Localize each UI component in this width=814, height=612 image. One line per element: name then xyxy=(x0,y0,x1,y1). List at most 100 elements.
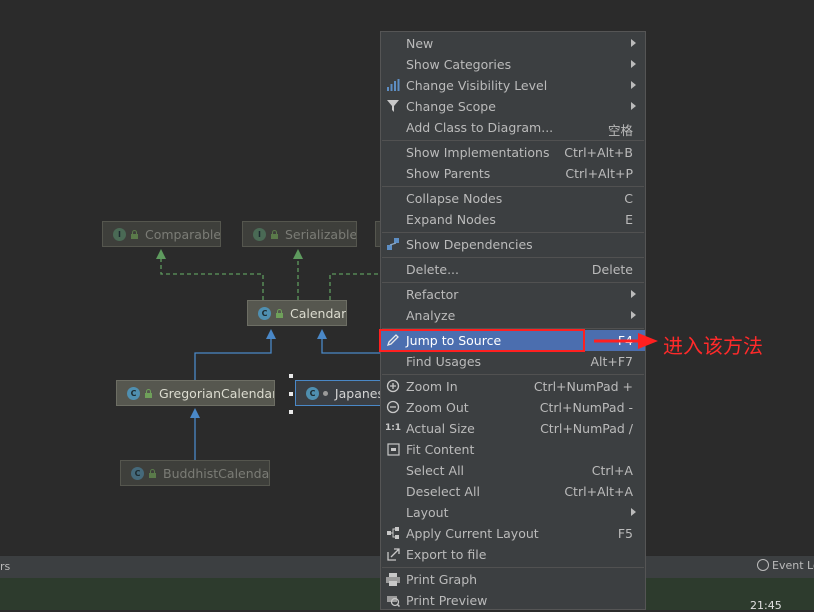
menu-item-find-usages[interactable]: Find Usages Alt+F7 xyxy=(381,351,645,372)
menu-item-label: Change Visibility Level xyxy=(406,78,548,93)
menu-item-change-visibility-level[interactable]: Change Visibility Level xyxy=(381,75,645,96)
annotation-arrow xyxy=(594,333,658,349)
node-label: Calendar xyxy=(290,305,347,321)
edge-calendar-comparable xyxy=(160,258,264,300)
actual-size-icon: 1:1 xyxy=(384,423,402,433)
menu-item-show-parents[interactable]: Show Parents Ctrl+Alt+P xyxy=(381,163,645,184)
menu-item-new[interactable]: New xyxy=(381,33,645,54)
selection-handle[interactable] xyxy=(289,374,293,378)
menu-item-analyze[interactable]: Analyze xyxy=(381,305,645,326)
interface-icon: I xyxy=(113,227,126,241)
menu-item-shortcut: 空格 xyxy=(607,123,633,138)
node-buddhist-calendar[interactable]: C BuddhistCalendar xyxy=(120,460,270,486)
menu-item-label: Refactor xyxy=(406,287,459,302)
menu-item-label: Show Categories xyxy=(406,57,512,72)
event-log-button[interactable]: Event Lo xyxy=(757,559,814,572)
menu-item-shortcut: Ctrl+Alt+A xyxy=(564,484,633,499)
menu-item-shortcut: C xyxy=(624,191,633,206)
submenu-arrow-icon xyxy=(631,290,636,298)
menu-item-label: Find Usages xyxy=(406,354,482,369)
menu-separator xyxy=(382,282,644,283)
menu-item-show-implementations[interactable]: Show Implementations Ctrl+Alt+B xyxy=(381,142,645,163)
export-icon xyxy=(386,547,400,561)
submenu-arrow-icon xyxy=(631,81,636,89)
menu-item-zoom-in[interactable]: Zoom In Ctrl+NumPad + xyxy=(381,376,645,397)
implements-arrowheads xyxy=(156,249,303,259)
node-serializable[interactable]: I Serializable xyxy=(242,221,357,247)
dependencies-icon xyxy=(386,237,400,251)
menu-item-label: Apply Current Layout xyxy=(406,526,539,541)
node-comparable[interactable]: I Comparable xyxy=(102,221,221,247)
lock-icon xyxy=(131,229,138,239)
arrowhead-serializable xyxy=(293,249,303,259)
filter-icon xyxy=(386,99,400,113)
menu-item-refactor[interactable]: Refactor xyxy=(381,284,645,305)
menu-item-label: Show Dependencies xyxy=(406,237,533,252)
menu-item-label: Expand Nodes xyxy=(406,212,496,227)
menu-item-shortcut: Delete xyxy=(591,262,633,277)
menu-item-label: Collapse Nodes xyxy=(406,191,503,206)
menu-item-zoom-out[interactable]: Zoom Out Ctrl+NumPad - xyxy=(381,397,645,418)
node-label: Japanes xyxy=(334,385,384,401)
abstract-class-icon: C xyxy=(258,306,271,320)
menu-item-label: Print Graph xyxy=(406,572,478,587)
node-gregorian-calendar[interactable]: C GregorianCalendar xyxy=(116,380,275,406)
zoom-out-icon xyxy=(386,400,400,414)
zoom-in-icon xyxy=(386,379,400,393)
node-japanese-calendar[interactable]: C Japanes xyxy=(295,380,385,406)
menu-item-change-scope[interactable]: Change Scope xyxy=(381,96,645,117)
event-log-icon xyxy=(757,559,769,571)
node-label: GregorianCalendar xyxy=(159,385,275,401)
menu-item-label: Deselect All xyxy=(406,484,480,499)
menu-item-collapse-nodes[interactable]: Collapse Nodes C xyxy=(381,188,645,209)
menu-item-shortcut: Ctrl+NumPad + xyxy=(533,379,633,394)
class-icon: C xyxy=(131,466,144,480)
fit-content-icon xyxy=(386,442,400,456)
selection-handle[interactable] xyxy=(289,392,293,396)
edge-calendar-other xyxy=(329,273,383,300)
menu-separator xyxy=(382,567,644,568)
node-calendar[interactable]: C Calendar xyxy=(247,300,347,326)
menu-item-shortcut: Ctrl+Alt+B xyxy=(564,145,633,160)
menu-item-select-all[interactable]: Select All Ctrl+A xyxy=(381,460,645,481)
submenu-arrow-icon xyxy=(631,39,636,47)
menu-item-export-to-file[interactable]: Export to file xyxy=(381,544,645,565)
menu-item-actual-size[interactable]: 1:1 Actual Size Ctrl+NumPad / xyxy=(381,418,645,439)
menu-item-label: Fit Content xyxy=(406,442,475,457)
menu-item-add-class-to-diagram[interactable]: Add Class to Diagram... 空格 xyxy=(381,117,645,138)
menu-item-print-preview[interactable]: Print Preview xyxy=(381,590,645,609)
lock-icon xyxy=(145,388,152,398)
menu-item-print-graph[interactable]: Print Graph xyxy=(381,569,645,590)
menu-separator xyxy=(382,140,644,141)
menu-item-label: Actual Size xyxy=(406,421,475,436)
submenu-arrow-icon xyxy=(631,102,636,110)
menu-item-layout[interactable]: Layout xyxy=(381,502,645,523)
menu-item-shortcut: Ctrl+NumPad / xyxy=(540,421,633,436)
highlight-box xyxy=(379,329,585,352)
lock-icon xyxy=(276,308,283,318)
menu-item-fit-content[interactable]: Fit Content xyxy=(381,439,645,460)
submenu-arrow-icon xyxy=(631,311,636,319)
menu-item-show-dependencies[interactable]: Show Dependencies xyxy=(381,234,645,255)
menu-item-label: Zoom Out xyxy=(406,400,469,415)
menu-item-expand-nodes[interactable]: Expand Nodes E xyxy=(381,209,645,230)
node-label: BuddhistCalendar xyxy=(163,465,270,481)
arrowhead-calendar-1 xyxy=(266,329,276,339)
lock-icon xyxy=(271,229,278,239)
selection-handle[interactable] xyxy=(289,410,293,414)
annotation-text: 进入该方法 xyxy=(663,334,763,358)
menu-separator xyxy=(382,232,644,233)
menu-separator xyxy=(382,257,644,258)
menu-separator xyxy=(382,186,644,187)
menu-item-label: Show Parents xyxy=(406,166,491,181)
menu-item-deselect-all[interactable]: Deselect All Ctrl+Alt+A xyxy=(381,481,645,502)
menu-item-label: Analyze xyxy=(406,308,456,323)
menu-item-apply-current-layout[interactable]: Apply Current Layout F5 xyxy=(381,523,645,544)
menu-item-label: Layout xyxy=(406,505,449,520)
implements-edges xyxy=(160,258,383,300)
menu-item-delete[interactable]: Delete... Delete xyxy=(381,259,645,280)
menu-item-show-categories[interactable]: Show Categories xyxy=(381,54,645,75)
interface-icon: I xyxy=(253,227,266,241)
edge-gregorian-calendar xyxy=(194,338,272,380)
menu-item-label: Export to file xyxy=(406,547,487,562)
